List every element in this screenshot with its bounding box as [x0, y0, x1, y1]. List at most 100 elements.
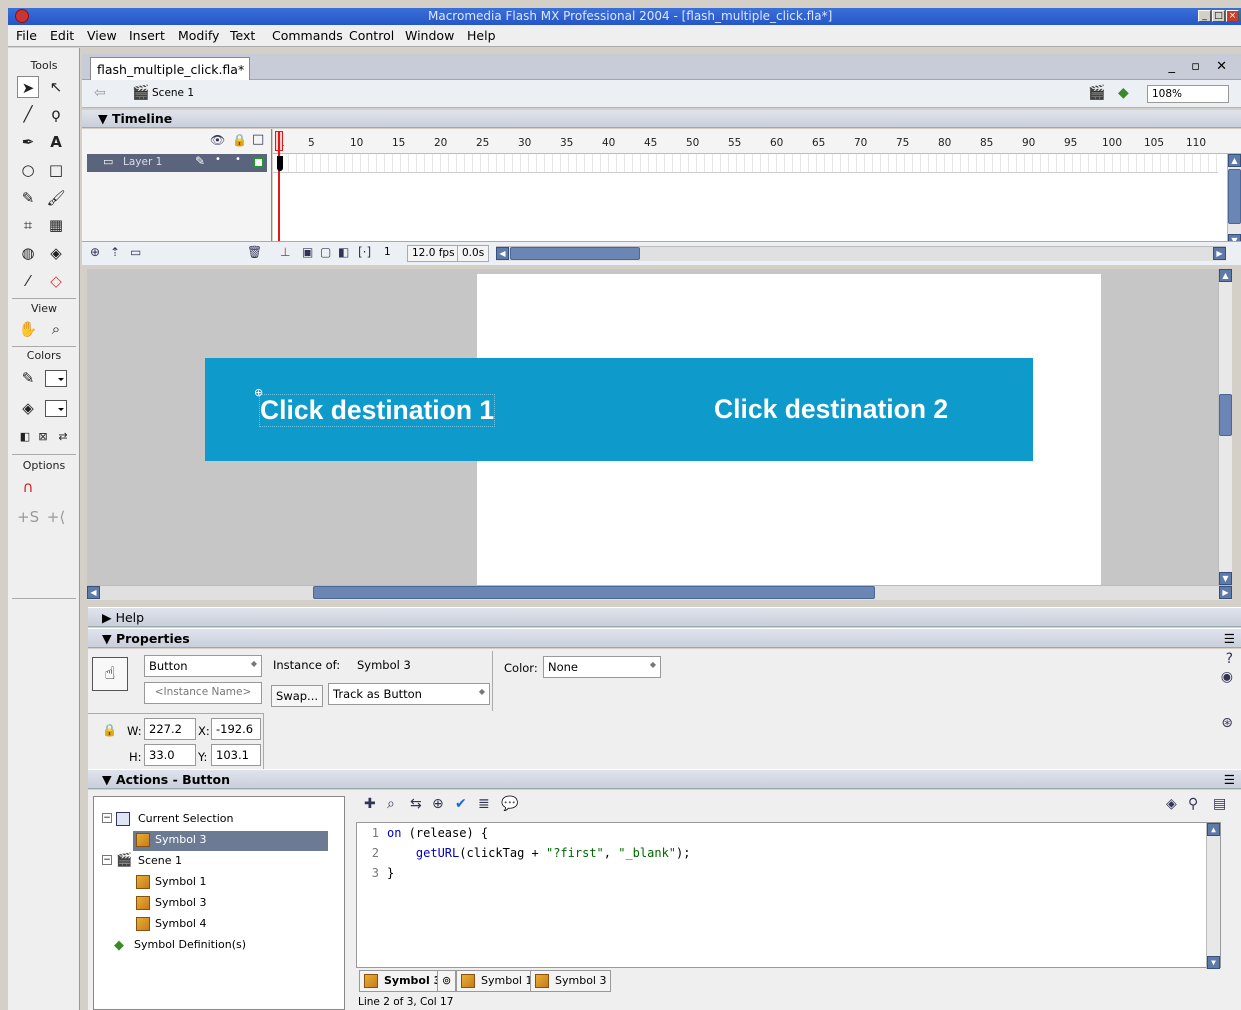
help-panel-header[interactable]: ▶ Help: [88, 607, 1241, 627]
click-destination-1-button[interactable]: Click destination 1: [259, 394, 496, 427]
stage-horizontal-scrollbar[interactable]: ◀ ▶: [87, 585, 1232, 600]
frame-ruler[interactable]: 1 5 10 15 20 25 30 35 40 45 50 55 60 65 …: [273, 129, 1241, 154]
scroll-down-button[interactable]: ▼: [1219, 572, 1232, 585]
banner-button-symbol[interactable]: ⊕ Click destination 1 Click destination …: [205, 358, 1033, 461]
script-tab[interactable]: Symbol 1: [456, 970, 538, 992]
insert-target-path-icon[interactable]: ⊕: [432, 796, 444, 812]
timeline-horizontal-scrollbar[interactable]: ◀ ▶: [496, 246, 1226, 261]
view-options-icon[interactable]: ▤: [1213, 796, 1226, 812]
lasso-tool-icon[interactable]: ϙ: [45, 103, 67, 125]
playhead[interactable]: [278, 131, 280, 251]
keyframe[interactable]: [277, 156, 283, 171]
pen-tool-icon[interactable]: ✒: [17, 131, 39, 153]
menu-window[interactable]: Window: [405, 28, 454, 43]
tree-symbol-item[interactable]: Symbol 4: [133, 915, 206, 935]
straighten-option-icon[interactable]: +⟨: [45, 506, 67, 528]
menu-insert[interactable]: Insert: [129, 28, 165, 43]
constrain-lock-icon[interactable]: 🔒: [102, 723, 117, 737]
insert-folder-icon[interactable]: ▭: [130, 245, 141, 259]
menu-commands[interactable]: Commands: [272, 28, 343, 43]
paint-bucket-tool-icon[interactable]: ◈: [45, 242, 67, 264]
zoom-field[interactable]: 108%: [1147, 85, 1229, 103]
eyedropper-tool-icon[interactable]: ⁄: [17, 270, 39, 292]
menu-modify[interactable]: Modify: [178, 28, 219, 43]
onion-outlines-icon[interactable]: ▢: [320, 245, 331, 259]
check-syntax-icon[interactable]: ✔: [455, 796, 467, 812]
edit-multiple-frames-icon[interactable]: ◧: [338, 245, 349, 259]
scroll-right-button[interactable]: ▶: [1219, 586, 1232, 599]
add-action-icon[interactable]: ✚: [364, 796, 376, 812]
fill-color-swatch[interactable]: [45, 400, 67, 417]
tree-scene[interactable]: − 🎬 Scene 1: [98, 852, 182, 872]
script-tab-pinned[interactable]: Symbol 3: [359, 970, 447, 992]
script-tab[interactable]: Symbol 3: [530, 970, 612, 992]
menu-control[interactable]: Control: [349, 28, 394, 43]
fill-transform-tool-icon[interactable]: ▦: [45, 214, 67, 236]
close-window-button[interactable]: ×: [1226, 10, 1239, 22]
subselect-tool-icon[interactable]: ↖: [45, 76, 67, 98]
free-transform-tool-icon[interactable]: ⌗: [17, 214, 39, 236]
symbol-behavior-select[interactable]: Button: [144, 655, 262, 677]
back-arrow-icon[interactable]: ⇦: [94, 85, 106, 101]
insert-layer-icon[interactable]: ⊕: [90, 245, 100, 259]
menu-help[interactable]: Help: [467, 28, 496, 43]
layer-visible-dot-icon[interactable]: •: [215, 154, 221, 165]
menu-view[interactable]: View: [87, 28, 117, 43]
menu-text[interactable]: Text: [230, 28, 255, 43]
outline-icon[interactable]: □: [252, 132, 264, 147]
scroll-left-button[interactable]: ◀: [496, 247, 509, 260]
center-frame-icon[interactable]: ⊥: [280, 245, 290, 259]
stroke-color-swatch[interactable]: [45, 370, 67, 387]
brush-tool-icon[interactable]: 🖌: [45, 187, 67, 209]
arrow-tool-icon[interactable]: ➤: [17, 76, 39, 98]
panel-options-icon[interactable]: ☰: [1224, 631, 1235, 646]
snap-magnet-icon[interactable]: ∩: [17, 476, 39, 498]
edit-symbols-icon[interactable]: ◆: [1118, 85, 1129, 101]
width-input[interactable]: 227.2: [144, 718, 196, 740]
scroll-up-button[interactable]: ▲: [1228, 154, 1241, 167]
debug-options-icon[interactable]: ◈: [1166, 796, 1177, 812]
flash-app-icon[interactable]: [15, 9, 29, 23]
eraser-tool-icon[interactable]: ◇: [45, 270, 67, 292]
instance-name-input[interactable]: <Instance Name>: [144, 682, 262, 704]
tree-collapse-icon[interactable]: −: [102, 855, 112, 865]
layer-row[interactable]: ▭ Layer 1 ✎ • •: [87, 154, 267, 172]
color-effect-select[interactable]: None: [543, 656, 661, 678]
text-tool-icon[interactable]: A: [45, 131, 67, 153]
code-hint-icon[interactable]: 💬: [501, 796, 518, 812]
tree-collapse-icon[interactable]: −: [102, 813, 112, 823]
menu-file[interactable]: File: [16, 28, 37, 43]
auto-format-icon[interactable]: ≣: [478, 796, 490, 812]
layer-lock-dot-icon[interactable]: •: [235, 154, 241, 165]
tree-symbol-item[interactable]: Symbol 1: [133, 873, 206, 893]
find-icon[interactable]: ⌕: [387, 796, 395, 812]
x-input[interactable]: -192.6: [211, 718, 261, 740]
height-input[interactable]: 33.0: [144, 744, 196, 766]
zoom-tool-icon[interactable]: ⌕: [45, 318, 67, 340]
lock-icon[interactable]: 🔒: [232, 133, 247, 147]
actions-panel-header[interactable]: ▼ Actions - Button ☰: [88, 769, 1241, 789]
layer-outline-color-icon[interactable]: [253, 157, 264, 168]
swap-colors-icon[interactable]: ⇄: [52, 426, 74, 448]
frame-rate[interactable]: 12.0 fps: [407, 245, 460, 262]
no-color-icon[interactable]: ⊠: [32, 426, 54, 448]
replace-icon[interactable]: ⇆: [410, 796, 422, 812]
pasteboard[interactable]: ⊕ Click destination 1 Click destination …: [87, 269, 1232, 585]
layer-frames-row[interactable]: [273, 154, 1218, 173]
scroll-down-button[interactable]: ▼: [1207, 956, 1220, 969]
panel-options-icon[interactable]: ☰: [1224, 772, 1235, 787]
line-tool-icon[interactable]: ╱: [17, 103, 39, 125]
rectangle-tool-icon[interactable]: □: [45, 159, 67, 181]
modify-onion-markers-icon[interactable]: [·]: [358, 245, 371, 259]
scroll-up-button[interactable]: ▲: [1219, 269, 1232, 282]
hand-tool-icon[interactable]: ✋: [17, 318, 39, 340]
tree-symbol-definitions[interactable]: ◆ Symbol Definition(s): [112, 936, 246, 956]
stage-vertical-scrollbar[interactable]: ▲ ▼: [1218, 269, 1232, 585]
edit-scene-icon[interactable]: 🎬: [1088, 85, 1105, 101]
scroll-up-button[interactable]: ▲: [1207, 823, 1220, 836]
scroll-right-button[interactable]: ▶: [1213, 247, 1226, 260]
tree-current-selection[interactable]: − Current Selection: [98, 810, 234, 830]
tree-symbol-item[interactable]: Symbol 3: [133, 894, 206, 914]
help-question-icon[interactable]: ?: [1226, 651, 1233, 667]
reference-icon[interactable]: ⚲: [1188, 796, 1198, 812]
